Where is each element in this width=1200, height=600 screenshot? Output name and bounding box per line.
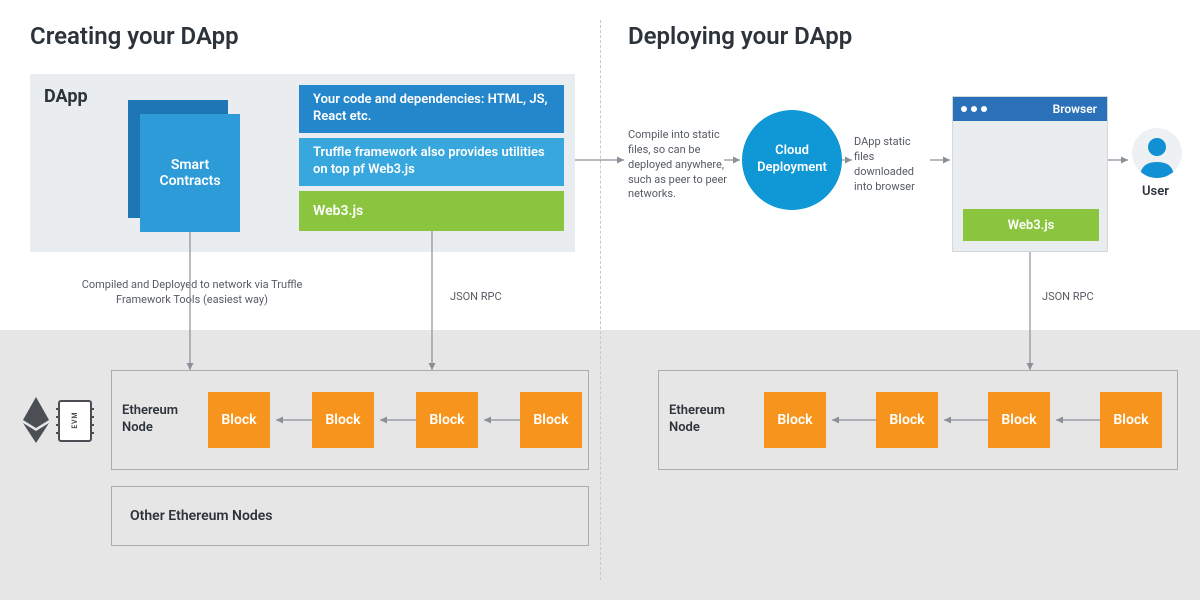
compiled-note: Compiled and Deployed to network via Tru…	[72, 278, 312, 308]
json-rpc-right: JSON RPC	[1042, 290, 1094, 305]
browser-dot-icon	[971, 106, 977, 112]
json-rpc-left: JSON RPC	[450, 290, 502, 305]
browser-web3-box: Web3.js	[963, 209, 1099, 241]
user-icon	[1132, 128, 1182, 178]
cloud-label: Cloud Deployment	[750, 143, 834, 177]
browser-bar: Browser	[953, 97, 1107, 121]
block-right-3: Block	[988, 392, 1050, 448]
block-left-2: Block	[312, 392, 374, 448]
divider	[600, 20, 601, 580]
block-left-1: Block	[208, 392, 270, 448]
browser-box: Browser Web3.js	[952, 96, 1108, 252]
user-label: User	[1142, 184, 1169, 199]
left-title: Creating your DApp	[30, 22, 239, 50]
browser-web3-text: Web3.js	[1008, 218, 1055, 233]
block-left-3: Block	[416, 392, 478, 448]
web3-box-text: Web3.js	[313, 203, 363, 219]
smart-contracts-front: Smart Contracts	[140, 114, 240, 232]
web3-box: Web3.js	[299, 191, 564, 231]
other-nodes-box: Other Ethereum Nodes	[111, 486, 589, 546]
dapp-label: DApp	[44, 86, 88, 107]
browser-dot-icon	[961, 106, 967, 112]
browser-dot-icon	[981, 106, 987, 112]
block-right-2: Block	[876, 392, 938, 448]
block-right-1: Block	[764, 392, 826, 448]
cloud-circle: Cloud Deployment	[742, 110, 842, 210]
browser-title: Browser	[1053, 102, 1097, 116]
smart-contracts-label: Smart Contracts	[148, 157, 232, 189]
block-right-4: Block	[1100, 392, 1162, 448]
dl-note: DApp static files downloaded into browse…	[854, 135, 932, 194]
right-title: Deploying your DApp	[628, 22, 852, 50]
eth-node-label-right: Ethereum Node	[669, 403, 739, 437]
block-left-4: Block	[520, 392, 582, 448]
code-box-text: Your code and dependencies: HTML, JS, Re…	[313, 92, 550, 126]
code-box: Your code and dependencies: HTML, JS, Re…	[299, 85, 564, 133]
eth-node-label-left: Ethereum Node	[122, 403, 192, 437]
compile-note: Compile into static files, so can be dep…	[628, 128, 728, 202]
truffle-box-text: Truffle framework also provides utilitie…	[313, 145, 550, 179]
other-nodes-label: Other Ethereum Nodes	[130, 508, 273, 524]
truffle-box: Truffle framework also provides utilitie…	[299, 138, 564, 186]
ethereum-icon	[20, 395, 52, 445]
evm-icon: E V M	[58, 400, 92, 442]
